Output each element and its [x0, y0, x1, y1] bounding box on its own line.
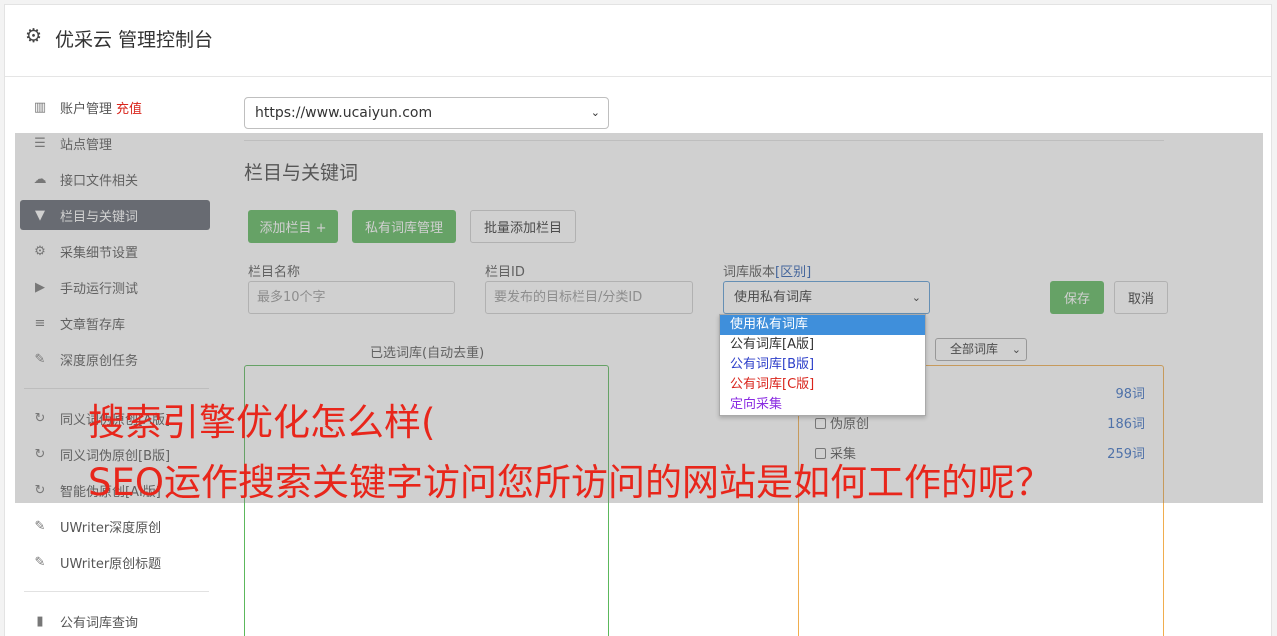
sidebar-divider	[24, 591, 209, 592]
headline-line-2: SEO运作搜索关键字访问您所访问的网站是如何工作的呢？	[88, 461, 1052, 504]
site-select-value: https://www.ucaiyun.com	[255, 105, 433, 121]
sidebar-item-account[interactable]: ▥ 账户管理 充值	[20, 92, 210, 122]
sidebar-item-public-lib-query[interactable]: ▮ 公有词库查询	[20, 606, 210, 636]
lib-version-dropdown: 使用私有词库 公有词库[A版] 公有词库[B版] 公有词库[C版] 定向采集	[719, 314, 926, 416]
site-select[interactable]: https://www.ucaiyun.com ⌄	[244, 97, 609, 129]
sidebar-item-uwriter-title[interactable]: ✎ UWriter原创标题	[20, 547, 210, 577]
console-header: ⚙ 优采云 管理控制台	[5, 5, 1271, 77]
page-title: 优采云 管理控制台	[55, 29, 214, 51]
sidebar-item-uwriter-deep[interactable]: ✎ UWriter深度原创	[20, 511, 210, 541]
book-icon: ▮	[36, 613, 44, 629]
edit-icon: ✎	[34, 554, 46, 570]
headline-line-1: 搜索引擎优化怎么样(	[88, 401, 436, 444]
sidebar-item-label: UWriter原创标题	[60, 556, 162, 572]
gear-icon: ⚙	[25, 25, 43, 47]
lib-option[interactable]: 公有词库[B版]	[720, 355, 925, 375]
lib-option[interactable]: 公有词库[A版]	[720, 335, 925, 355]
lib-option[interactable]: 使用私有词库	[720, 315, 925, 335]
sidebar-item-label: UWriter深度原创	[60, 520, 162, 536]
lib-option[interactable]: 公有词库[C版]	[720, 375, 925, 395]
sidebar-item-label: 账户管理	[60, 101, 113, 117]
chevron-down-icon: ⌄	[590, 106, 600, 119]
watermark-overlay	[15, 133, 1263, 503]
recharge-link[interactable]: 充值	[116, 98, 142, 117]
edit-icon: ✎	[34, 518, 46, 534]
lib-option[interactable]: 定向采集	[720, 395, 925, 415]
sidebar-item-label: 公有词库查询	[60, 615, 139, 631]
bar-chart-icon: ▥	[33, 99, 47, 115]
